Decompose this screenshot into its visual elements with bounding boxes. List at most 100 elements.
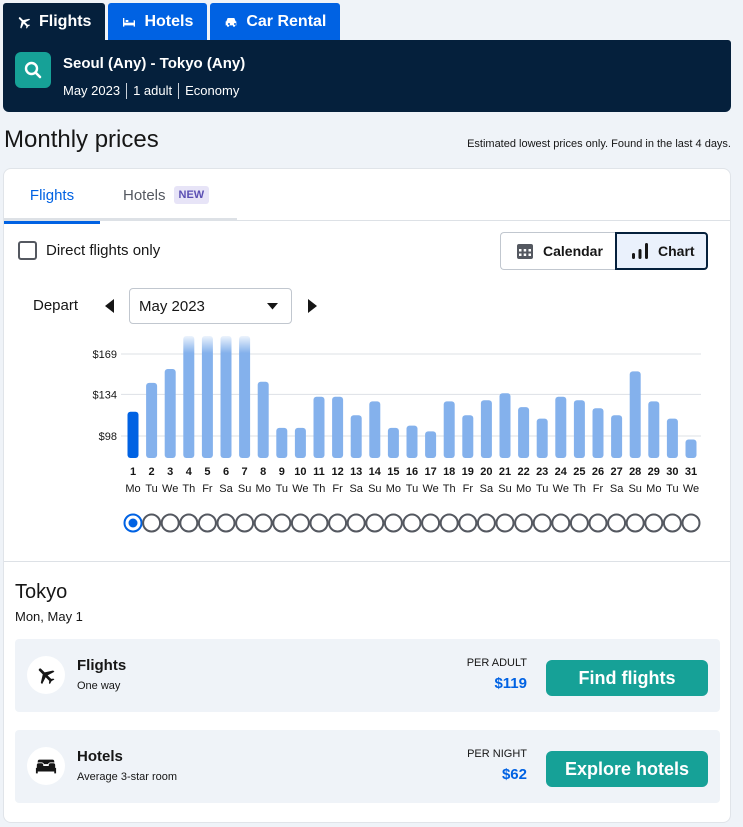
month-select[interactable]: May 2023	[129, 288, 292, 324]
day-label: 29	[648, 466, 660, 478]
weekday-label: Su	[498, 483, 511, 495]
weekday-label: Mo	[516, 483, 531, 495]
price-bar	[480, 400, 492, 458]
tab-car-rental[interactable]: Car Rental	[210, 3, 341, 41]
weekday-label: We	[162, 483, 178, 495]
sub-tabs: Flights Hotels NEW	[4, 169, 237, 224]
price-bar	[518, 407, 530, 458]
day-select-radio[interactable]	[495, 513, 515, 533]
day-select-radio[interactable]	[569, 513, 589, 533]
previous-month-arrow-icon[interactable]	[104, 299, 116, 313]
day-select-radio[interactable]	[328, 513, 348, 533]
day-label: 10	[294, 466, 306, 478]
day-select-radio[interactable]	[160, 513, 180, 533]
day-select-radio[interactable]	[681, 513, 701, 533]
price-bar	[313, 396, 325, 458]
next-month-arrow-icon[interactable]	[306, 299, 318, 313]
weekday-label: Mo	[386, 483, 401, 495]
day-select-radio[interactable]	[346, 513, 366, 533]
day-select-radio[interactable]	[272, 513, 292, 533]
day-label: 3	[167, 466, 173, 478]
weekday-label: Th	[443, 483, 456, 495]
day-select-radio[interactable]	[532, 513, 552, 533]
new-badge: NEW	[173, 186, 210, 204]
day-select-radio[interactable]	[625, 513, 645, 533]
day-select-radio[interactable]	[142, 513, 162, 533]
day-label: 25	[573, 466, 585, 478]
day-select-radio[interactable]	[588, 513, 608, 533]
subtab-hotels[interactable]: Hotels NEW	[123, 169, 210, 221]
day-select-radio[interactable]	[179, 513, 199, 533]
price-bar	[127, 411, 139, 458]
subtab-flights[interactable]: Flights	[4, 169, 100, 224]
price-value: $119	[494, 675, 527, 692]
price-bar	[387, 427, 399, 458]
weekday-label: Sa	[610, 483, 624, 495]
day-select-radio[interactable]	[476, 513, 496, 533]
search-button[interactable]	[15, 52, 51, 88]
explore-hotels-button[interactable]: Explore hotels	[546, 751, 708, 787]
search-travellers: 1 adult	[126, 83, 178, 99]
chart-view-button[interactable]: Chart	[615, 232, 708, 270]
weekday-label: Fr	[593, 483, 604, 495]
result-subtitle: Average 3-star room	[77, 771, 178, 783]
weekday-label: Mo	[256, 483, 271, 495]
price-bar	[425, 431, 437, 458]
day-select-radio[interactable]	[309, 513, 329, 533]
price-bar	[350, 415, 362, 458]
selected-date: Mon, May 1	[15, 609, 83, 624]
day-label: 15	[387, 466, 399, 478]
day-label: 6	[223, 466, 229, 478]
price-bar	[462, 415, 474, 458]
day-label: 19	[462, 466, 474, 478]
route-text: Seoul (Any) - Tokyo (Any)	[63, 55, 246, 72]
day-label: 2	[149, 466, 155, 478]
day-select-radio[interactable]	[216, 513, 236, 533]
weekday-label: Mo	[125, 483, 140, 495]
find-flights-button[interactable]: Find flights	[546, 660, 708, 696]
tab-flights[interactable]: Flights	[3, 3, 106, 41]
day-select-radio[interactable]	[197, 513, 217, 533]
day-select-radio[interactable]	[514, 513, 534, 533]
price-bar	[629, 371, 641, 458]
weekday-label: Fr	[202, 483, 213, 495]
day-select-radio[interactable]	[551, 513, 571, 533]
search-month: May 2023	[63, 83, 121, 98]
weekday-label: We	[553, 483, 569, 495]
day-select-radio[interactable]	[607, 513, 627, 533]
day-label: 11	[313, 466, 325, 478]
weekday-label: Fr	[463, 483, 474, 495]
calendar-view-button[interactable]: Calendar	[500, 232, 615, 270]
price-bar	[332, 396, 344, 458]
tab-car-rental-label: Car Rental	[246, 13, 327, 30]
day-select-radio[interactable]	[644, 513, 664, 533]
day-select-radio[interactable]	[458, 513, 478, 533]
tab-hotels[interactable]: Hotels	[108, 3, 208, 41]
day-select-radio[interactable]	[662, 513, 682, 533]
month-select-value: May 2023	[139, 297, 205, 315]
price-bar	[239, 336, 251, 458]
day-select-radio[interactable]	[235, 513, 255, 533]
day-select-radio[interactable]	[402, 513, 422, 533]
weekday-label: Th	[573, 483, 586, 495]
day-select-radio[interactable]	[365, 513, 385, 533]
price-bar	[611, 415, 623, 458]
hotels-result: Hotels Average 3-star room PER NIGHT $62…	[15, 730, 720, 803]
price-bar	[666, 418, 678, 458]
day-select-radio[interactable]	[439, 513, 459, 533]
day-label: 24	[555, 466, 568, 478]
price-bar	[443, 401, 455, 458]
search-summary[interactable]: Seoul (Any) - Tokyo (Any) May 2023 1 adu…	[3, 40, 731, 112]
day-select-radio[interactable]	[383, 513, 403, 533]
day-select-radio[interactable]	[421, 513, 441, 533]
price-bar	[536, 418, 548, 458]
price-chart: $169 $134 $98 1 Mo 2 Tu 3 We 4 Th 5 Fr 6 Sa 7 Su 8 Mo 9 Tu 10…	[93, 336, 701, 533]
day-select-radio[interactable]	[253, 513, 273, 533]
bed-icon	[123, 18, 136, 27]
day-select-radio[interactable]	[290, 513, 310, 533]
weekday-label: Tu	[536, 483, 548, 495]
day-label: 4	[186, 466, 193, 478]
direct-flights-checkbox[interactable]: Direct flights only	[18, 241, 160, 260]
checkbox-box[interactable]	[18, 241, 37, 260]
day-label: 22	[517, 466, 529, 478]
